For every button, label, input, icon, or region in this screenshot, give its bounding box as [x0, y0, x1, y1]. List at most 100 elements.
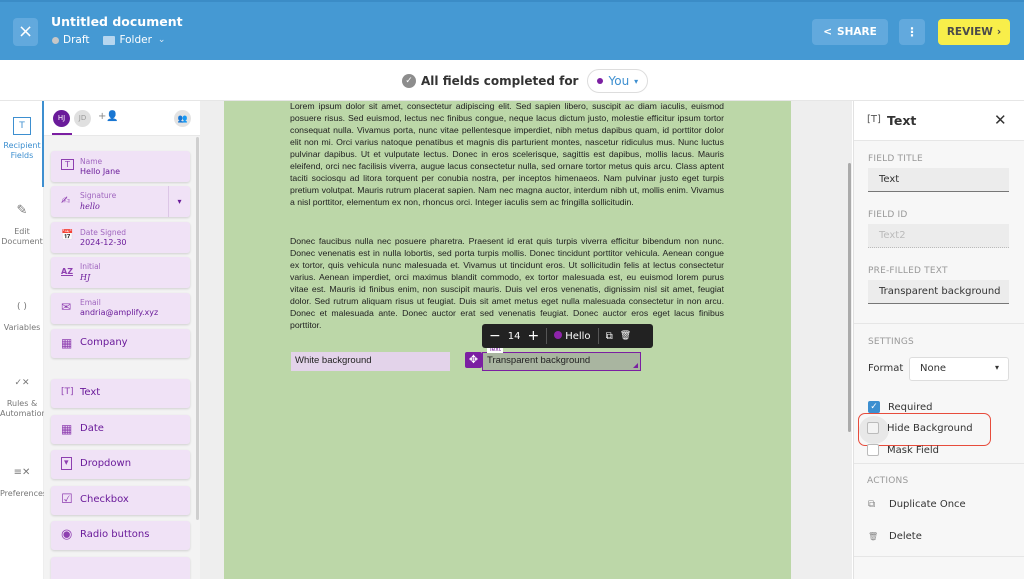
- prefilled-text-input[interactable]: Transparent background: [868, 280, 1009, 304]
- text-field-icon: [T]: [867, 114, 881, 125]
- resize-handle[interactable]: [633, 363, 638, 368]
- prefilled-text-label: PRE-FILLED TEXT: [868, 266, 948, 276]
- field-title-input[interactable]: Text: [868, 168, 1009, 192]
- more-options-button[interactable]: ⋮: [899, 19, 925, 45]
- nav-preferences[interactable]: ≡✕ Preferences: [0, 463, 48, 499]
- recipient-color-dot: [597, 78, 604, 84]
- delete-action[interactable]: 🗑 Delete: [868, 531, 922, 542]
- checkbox-icon: ☑: [61, 492, 73, 507]
- canvas-scrollbar[interactable]: [848, 163, 851, 432]
- increase-font-button[interactable]: +: [527, 328, 539, 344]
- share-button[interactable]: < SHARE: [812, 19, 888, 45]
- nav-label: Preferences: [0, 489, 48, 498]
- caret-down-icon: ▾: [994, 363, 999, 372]
- decrease-font-button[interactable]: −: [489, 328, 501, 344]
- preferences-icon: ≡✕: [13, 467, 31, 478]
- nav-variables[interactable]: ( ) Variables: [0, 297, 44, 333]
- field-card-text[interactable]: [T] Text: [51, 379, 190, 408]
- field-card-radio-buttons[interactable]: ◉ Radio buttons: [51, 521, 190, 550]
- text-field-icon: [T]: [61, 387, 74, 397]
- document-paragraph: Lorem ipsum dolor sit amet, consectetur …: [290, 101, 724, 207]
- field-card-checkbox[interactable]: ☑ Checkbox: [51, 486, 190, 515]
- move-handle-icon[interactable]: ✥: [465, 352, 482, 368]
- recipient-selector[interactable]: You ▾: [587, 69, 649, 93]
- toolbar-divider: [546, 328, 548, 344]
- document-title[interactable]: Untitled document: [51, 14, 183, 29]
- chevron-right-icon: ›: [996, 26, 1002, 38]
- initial-icon: AZ: [61, 267, 73, 276]
- properties-header: [T] Text ✕: [854, 101, 1024, 141]
- field-card-partial[interactable]: [51, 557, 190, 579]
- mask-field-checkbox[interactable]: [867, 444, 879, 456]
- document-paragraph: Donec faucibus nulla nec posuere pharetr…: [290, 236, 724, 330]
- folder-icon: [103, 35, 116, 45]
- field-card-company[interactable]: ▦ Company: [51, 329, 190, 358]
- field-value: andria@amplify.xyz: [80, 308, 159, 317]
- field-card-email[interactable]: ✉ Email andria@amplify.xyz: [51, 293, 190, 324]
- field-label: Company: [80, 337, 128, 348]
- recipients-row: HJ JD +👤 👥: [44, 101, 200, 136]
- field-card-date-signed[interactable]: 📅 Date Signed 2024-12-30: [51, 222, 190, 253]
- section-divider: [854, 463, 1024, 464]
- signature-dropdown[interactable]: ▾: [168, 186, 190, 217]
- avatar[interactable]: HJ: [53, 110, 70, 127]
- nav-edit-document[interactable]: ✎ Edit Document: [0, 201, 44, 247]
- manage-recipients-icon[interactable]: 👥: [174, 110, 191, 127]
- field-card-signature[interactable]: ✍ Signature hello ▾: [51, 186, 190, 217]
- recipient-name: You: [608, 74, 630, 88]
- caret-down-icon: ▾: [634, 76, 639, 86]
- more-icon: ⋮: [906, 25, 918, 39]
- add-recipient-icon[interactable]: +👤: [98, 111, 119, 122]
- status-dot-icon: [52, 36, 59, 44]
- close-icon: ×: [17, 21, 34, 42]
- required-checkbox[interactable]: ✓: [868, 401, 880, 413]
- assignee-color-dot: [554, 330, 563, 339]
- nav-recipient-fields[interactable]: T Recipient Fields: [0, 117, 44, 161]
- field-card-initial[interactable]: AZ Initial HJ: [51, 257, 190, 288]
- assignee-name: Hello: [565, 330, 591, 342]
- field-title-label: FIELD TITLE: [868, 154, 923, 164]
- nav-rules-automation[interactable]: ✓✕ Rules & Automation: [0, 373, 47, 419]
- white-background-text-field[interactable]: White background: [291, 352, 450, 371]
- nav-label: Edit Document: [1, 227, 43, 246]
- format-select[interactable]: None ▾: [909, 357, 1009, 381]
- chevron-down-icon[interactable]: ⌄: [158, 35, 166, 45]
- field-label: Signature: [80, 191, 117, 200]
- field-card-name[interactable]: T Name Hello Jane: [51, 151, 190, 182]
- toolbar-divider: [597, 328, 599, 344]
- field-value: Transparent background: [487, 355, 591, 366]
- review-button[interactable]: REVIEW ›: [938, 19, 1010, 45]
- rules-folder-icon: ✓✕: [14, 378, 30, 388]
- copy-icon: ⧉: [868, 499, 876, 510]
- assignee-selector[interactable]: Hello: [554, 330, 591, 342]
- field-card-date[interactable]: ▦ Date: [51, 415, 190, 444]
- copy-icon[interactable]: ⧉: [606, 331, 613, 342]
- format-label: Format: [868, 363, 904, 374]
- field-value: hello: [80, 202, 100, 211]
- completion-message: All fields completed for: [421, 74, 579, 88]
- close-document-button[interactable]: ×: [13, 18, 38, 46]
- text-field-icon: T: [13, 117, 31, 135]
- share-label: SHARE: [837, 26, 877, 38]
- duplicate-once-action[interactable]: ⧉ Duplicate Once: [868, 499, 966, 510]
- field-label: Initial: [80, 262, 101, 271]
- transparent-background-text-field[interactable]: Transparent background: [482, 352, 641, 371]
- folder-selector[interactable]: Folder: [119, 34, 151, 46]
- avatar[interactable]: JD: [74, 110, 91, 127]
- field-label: Date: [80, 423, 104, 434]
- required-checkbox-row[interactable]: ✓ Required: [868, 401, 933, 413]
- trash-icon[interactable]: 🗑: [620, 331, 631, 341]
- calendar-icon: ▦: [61, 422, 73, 436]
- fields-panel-scrollbar[interactable]: [196, 137, 199, 520]
- section-divider: [854, 323, 1024, 324]
- properties-title: Text: [887, 113, 917, 128]
- close-icon[interactable]: ✕: [994, 111, 1007, 129]
- check-circle-icon: ✓: [402, 74, 416, 88]
- mask-field-checkbox-row[interactable]: Mask Field: [867, 444, 939, 456]
- field-id-input[interactable]: Text2: [868, 224, 1009, 248]
- checkbox-label: Required: [888, 401, 933, 413]
- fields-panel: HJ JD +👤 👥 T Name Hello Jane ✍ Signature…: [44, 101, 200, 579]
- calendar-icon: 📅: [61, 230, 74, 241]
- signature-icon: ✍: [61, 194, 71, 207]
- field-card-dropdown[interactable]: ▾ Dropdown: [51, 450, 190, 479]
